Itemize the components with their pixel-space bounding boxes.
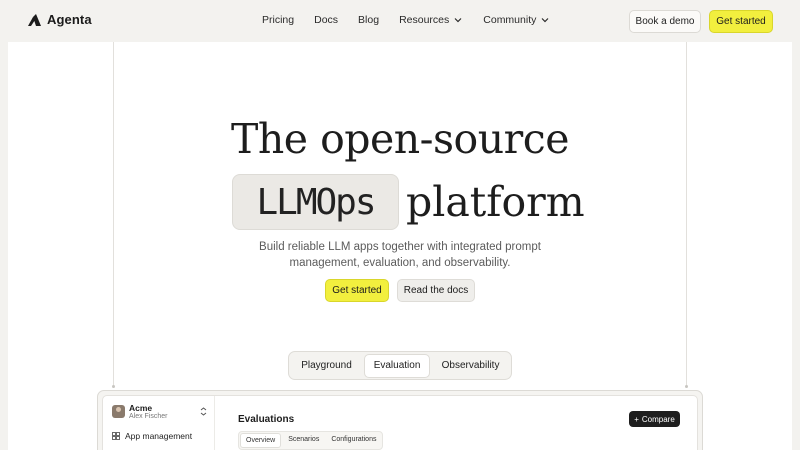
tab-configurations[interactable]: Configurations — [326, 433, 381, 448]
tab-evaluation[interactable]: Evaluation — [364, 353, 431, 378]
nav-link-docs[interactable]: Docs — [314, 14, 338, 26]
product-tabs: Playground Evaluation Observability — [288, 351, 512, 380]
tab-scenarios[interactable]: Scenarios — [283, 433, 324, 448]
brand-logo[interactable]: Agenta — [27, 12, 92, 27]
compare-button[interactable]: + Compare — [629, 411, 680, 427]
tab-observability[interactable]: Observability — [432, 354, 509, 378]
hero-subtitle-line2: management, evaluation, and observabilit… — [289, 257, 511, 269]
sidebar-item-app-management[interactable]: App management — [112, 431, 192, 441]
workspace-switch-icon[interactable] — [200, 407, 207, 418]
main-menu: Pricing Docs Blog Resources Community — [262, 14, 570, 26]
app-preview-window: Acme Alex Fischer App management Evaluat… — [102, 395, 698, 450]
brand-name: Agenta — [47, 12, 92, 27]
sidebar-item-label: App management — [125, 431, 193, 441]
hero-headline-platform: platform — [406, 178, 585, 226]
preview-sidebar: Acme Alex Fischer App management — [103, 396, 215, 450]
avatar — [112, 405, 125, 418]
evaluation-sub-tabs: Overview Scenarios Configurations — [238, 431, 384, 450]
frame-line-right — [686, 42, 687, 388]
top-navbar: Agenta Pricing Docs Blog Resources Commu… — [0, 0, 800, 42]
agenta-logo-icon — [28, 13, 41, 26]
hero-subtitle-line1: Build reliable LLM apps together with in… — [259, 241, 541, 253]
chevron-down-icon — [541, 18, 549, 23]
tab-playground[interactable]: Playground — [291, 354, 362, 378]
hero-get-started-button[interactable]: Get started — [325, 279, 389, 302]
hero-headline-line2: LLMOps platform — [232, 174, 585, 230]
nav-link-label: Pricing — [262, 14, 295, 26]
tab-overview[interactable]: Overview — [240, 433, 282, 448]
frame-dot — [112, 385, 115, 388]
llmops-highlight-pill: LLMOps — [232, 174, 399, 230]
app-preview-frame: Acme Alex Fischer App management Evaluat… — [97, 390, 703, 450]
nav-link-blog[interactable]: Blog — [358, 14, 379, 26]
hero-subtitle: Build reliable LLM apps together with in… — [0, 239, 800, 271]
book-demo-button[interactable]: Book a demo — [629, 10, 701, 33]
page-title: Evaluations — [238, 414, 295, 425]
nav-link-label: Docs — [314, 14, 339, 26]
read-docs-button[interactable]: Read the docs — [397, 279, 475, 302]
compare-button-label: Compare — [641, 414, 675, 424]
nav-link-label: Community — [483, 14, 537, 26]
plus-icon: + — [634, 414, 639, 424]
nav-link-label: Blog — [358, 14, 380, 26]
nav-link-label: Resources — [399, 14, 450, 26]
workspace-user: Alex Fischer — [129, 413, 168, 420]
chevron-down-icon — [454, 18, 462, 23]
nav-dropdown-community[interactable]: Community — [483, 14, 550, 26]
grid-icon — [112, 432, 120, 440]
nav-link-pricing[interactable]: Pricing — [262, 14, 294, 26]
frame-line-left — [113, 42, 114, 388]
frame-dot — [685, 385, 688, 388]
workspace-name: Acme — [129, 403, 153, 413]
nav-get-started-button[interactable]: Get started — [709, 10, 773, 33]
hero-headline-line1: The open-source — [231, 115, 569, 163]
nav-dropdown-resources[interactable]: Resources — [399, 14, 463, 26]
